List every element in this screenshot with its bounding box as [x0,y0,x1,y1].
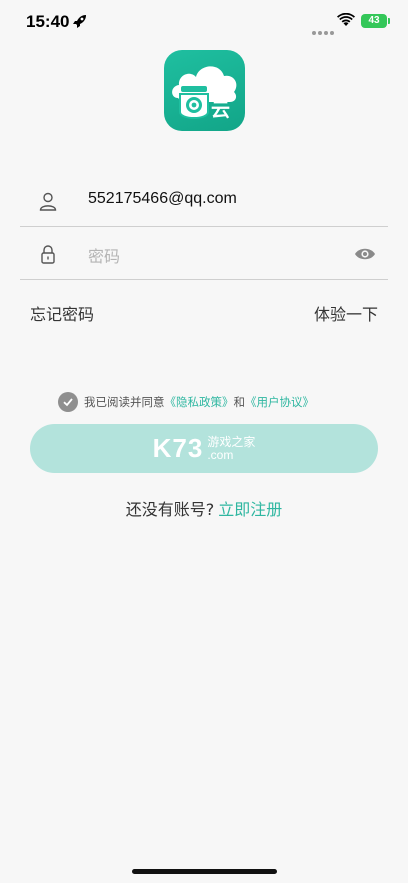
app-logo: 云 [164,50,245,131]
login-button[interactable]: K73 游戏之家 .com [30,424,378,473]
watermark-sub: 游戏之家 .com [207,434,256,462]
try-it-link[interactable]: 体验一下 [314,301,378,325]
user-agreement-link[interactable]: 《用户协议》 [245,394,314,410]
agreement-and: 和 [233,395,246,409]
forgot-password-link[interactable]: 忘记密码 [30,301,94,325]
status-time: 15:40 [26,12,70,31]
register-row: 还没有账号? 立即注册 [0,496,408,520]
eye-icon[interactable] [354,244,376,264]
cellular-signal-icon [312,20,336,39]
home-indicator[interactable] [132,869,277,874]
status-bar: 15:40 43 [0,0,408,44]
battery-tip [388,18,390,24]
checkmark-icon [63,398,73,407]
watermark-line2: .com [207,447,234,462]
email-field[interactable]: 552175466@qq.com [20,175,388,227]
watermark: K73 游戏之家 .com [30,424,378,473]
lock-icon [41,245,55,264]
register-question: 还没有账号? [125,500,215,519]
rocket-icon [73,15,86,28]
watermark-line1: 游戏之家 [207,434,256,449]
email-input[interactable]: 552175466@qq.com [88,190,237,208]
cloud-camera-logo-icon: 云 [172,66,237,121]
battery-icon: 43 [361,14,387,28]
wifi-icon [337,13,355,26]
privacy-policy-link[interactable]: 《隐私政策》 [165,394,234,410]
agreement-prefix: 我已阅读并同意 [84,395,165,409]
svg-text:云: 云 [211,99,230,121]
password-input[interactable]: 密码 [88,243,120,267]
user-icon [39,192,57,211]
watermark-main: K73 [152,433,204,463]
register-link[interactable]: 立即注册 [218,500,282,519]
agreement-row: 我已阅读并同意 《隐私政策》 和 《用户协议》 [58,391,314,413]
password-field[interactable]: 密码 [20,228,388,280]
agreement-checkbox[interactable] [58,392,78,412]
